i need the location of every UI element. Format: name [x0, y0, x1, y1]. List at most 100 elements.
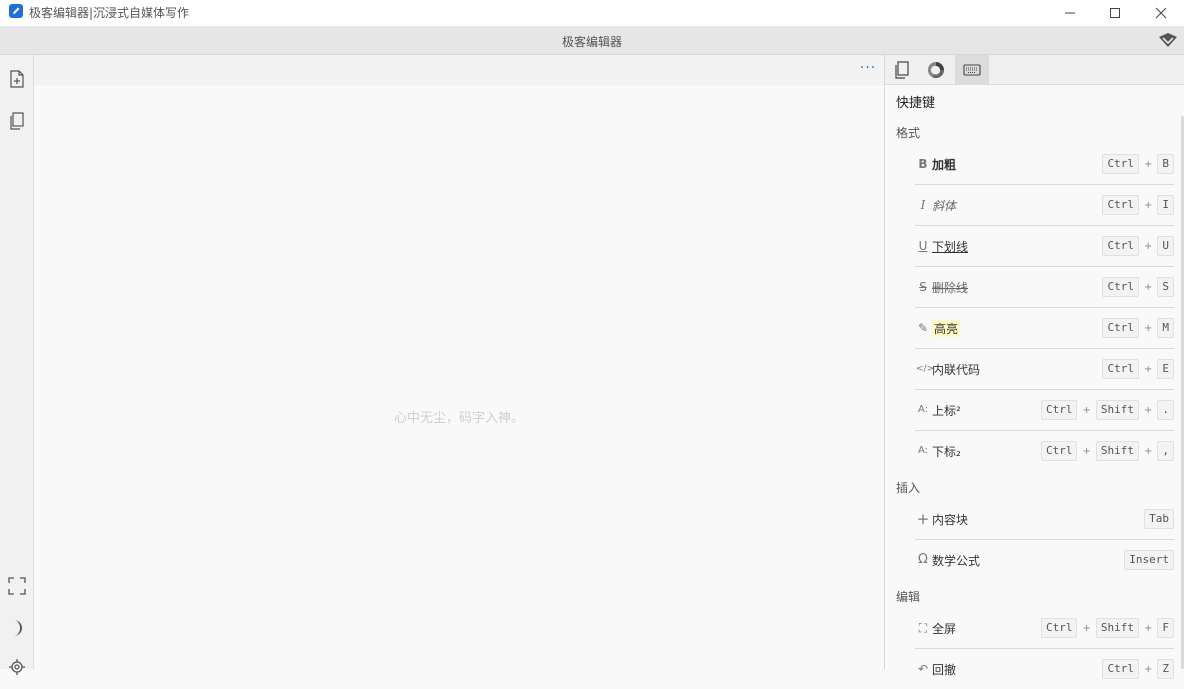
key: M	[1157, 318, 1174, 338]
key: E	[1157, 359, 1174, 379]
strikethrough-icon: S	[919, 280, 927, 294]
app-logo-icon	[9, 4, 23, 18]
key: Shift	[1095, 618, 1139, 638]
shortcut-row-content-block: + 内容块 Tab	[915, 499, 1174, 540]
shortcut-keys: Insert	[1124, 550, 1174, 570]
plus-icon: +	[916, 510, 930, 528]
key: Ctrl	[1102, 236, 1139, 256]
shortcut-keys: Ctrl + U	[1102, 236, 1174, 256]
code-icon: </>	[916, 364, 935, 374]
maximize-icon	[1110, 8, 1120, 18]
omega-icon: Ω	[918, 552, 928, 567]
shortcut-label: 斜体	[932, 199, 957, 213]
shortcuts-panel: 快捷键 格式 B 加粗 Ctrl + B I 斜体 Ctrl + I U 下划线 C…	[884, 55, 1184, 679]
key: Ctrl	[1040, 618, 1078, 638]
fullscreen-button[interactable]	[7, 576, 27, 596]
section-title: 编辑	[896, 590, 921, 604]
key: Tab	[1144, 509, 1174, 529]
shortcut-label: 回撤	[932, 663, 957, 677]
key: I	[1157, 195, 1174, 215]
subscript-icon: A:	[917, 445, 929, 456]
shortcut-row-underline: U 下划线 Ctrl + U	[915, 226, 1174, 267]
shortcut-label: 下划线	[932, 240, 969, 254]
section-title: 插入	[896, 481, 921, 495]
key: Ctrl	[1102, 195, 1139, 215]
new-file-icon	[10, 70, 24, 88]
app-header: 极客编辑器	[0, 26, 1184, 55]
tab-sync[interactable]	[919, 55, 953, 84]
close-button[interactable]	[1138, 0, 1184, 26]
italic-icon: I	[920, 198, 926, 212]
shortcut-row-undo: ↶ 回撤 Ctrl + Z	[915, 649, 1174, 689]
shortcut-label: 内联代码	[932, 363, 981, 377]
window-titlebar: 极客编辑器|沉浸式自媒体写作	[0, 0, 1184, 26]
key: Ctrl	[1040, 400, 1078, 420]
shortcut-row-superscript: A: 上标² Ctrl + Shift + .	[915, 390, 1174, 431]
keyboard-icon	[963, 63, 981, 76]
shortcut-label: 数学公式	[932, 554, 981, 568]
settings-button[interactable]	[7, 657, 27, 677]
shortcut-row-bold: B 加粗 Ctrl + B	[915, 144, 1174, 185]
key: Ctrl	[1102, 659, 1139, 679]
shortcut-keys: Ctrl + S	[1102, 277, 1174, 297]
underline-icon: U	[918, 239, 928, 253]
close-icon	[1155, 7, 1167, 19]
shortcut-keys: Tab	[1144, 509, 1174, 529]
shortcut-row-math-formula: Ω 数学公式 Insert	[915, 540, 1174, 580]
tab-keyboard[interactable]	[955, 55, 989, 84]
shortcut-label: 高亮	[932, 320, 961, 337]
key: Ctrl	[1102, 359, 1139, 379]
collapse-button[interactable]	[1157, 30, 1179, 50]
key: Ctrl	[1102, 318, 1139, 338]
panel-title: 快捷键	[896, 96, 936, 111]
editor-placeholder: 心中无尘，码字入神。	[393, 411, 524, 426]
minimize-button[interactable]	[1047, 0, 1093, 26]
tab-documents[interactable]	[885, 55, 919, 84]
shortcut-row-inline-code: </> 内联代码 Ctrl + E	[915, 349, 1174, 390]
key: Z	[1157, 659, 1174, 679]
key: ,	[1157, 441, 1174, 461]
key: Shift	[1095, 441, 1139, 461]
bold-icon: B	[918, 157, 928, 171]
section-title: 格式	[896, 126, 921, 140]
shortcut-label: 删除线	[932, 281, 969, 295]
shortcut-row-strikethrough: S 删除线 Ctrl + S	[915, 267, 1174, 308]
chevron-down-icon	[1159, 33, 1177, 47]
more-button[interactable]: ···	[856, 59, 880, 81]
minimize-icon	[1065, 12, 1075, 14]
shortcut-label: 上标²	[932, 404, 961, 418]
panel-tabs	[885, 55, 1184, 85]
shortcut-label: 内容块	[932, 513, 969, 527]
key: Shift	[1095, 400, 1139, 420]
app-title: 极客编辑器	[561, 35, 622, 49]
shortcut-keys: Ctrl + Shift + ,	[1040, 441, 1174, 461]
shortcut-row-italic: I 斜体 Ctrl + I	[915, 185, 1174, 226]
gear-icon	[9, 659, 25, 675]
shortcut-keys: Ctrl + Shift + F	[1040, 618, 1174, 638]
shortcut-label: 加粗	[932, 158, 957, 172]
left-sidebar	[0, 55, 34, 675]
undo-icon: ↶	[917, 662, 929, 676]
window-title: 极客编辑器|沉浸式自媒体写作	[29, 6, 190, 20]
new-document-button[interactable]	[7, 69, 27, 89]
documents-button[interactable]	[7, 111, 27, 131]
shortcut-keys: Ctrl + I	[1102, 195, 1174, 215]
key: .	[1157, 400, 1174, 420]
shortcut-row-subscript: A: 下标₂ Ctrl + Shift + ,	[915, 431, 1174, 471]
sync-icon	[927, 61, 945, 78]
shortcut-keys: Ctrl + Shift + .	[1040, 400, 1174, 420]
maximize-button[interactable]	[1092, 0, 1138, 26]
fullscreen-icon	[8, 577, 26, 595]
highlighter-icon: ✎	[917, 321, 929, 335]
fullscreen-icon: ⛶	[918, 621, 928, 635]
copy-icon	[895, 60, 909, 79]
moon-icon	[14, 620, 22, 636]
key: B	[1157, 154, 1174, 174]
dark-mode-button[interactable]	[7, 618, 27, 638]
editor-area[interactable]: 心中无尘，码字入神。	[34, 85, 884, 669]
copy-icon	[10, 112, 24, 130]
shortcut-row-fullscreen: ⛶ 全屏 Ctrl + Shift + F	[915, 608, 1174, 649]
shortcut-label: 全屏	[932, 622, 957, 636]
shortcut-keys: Ctrl + M	[1102, 318, 1174, 338]
shortcut-row-highlight: ✎ 高亮 Ctrl + M	[915, 308, 1174, 349]
